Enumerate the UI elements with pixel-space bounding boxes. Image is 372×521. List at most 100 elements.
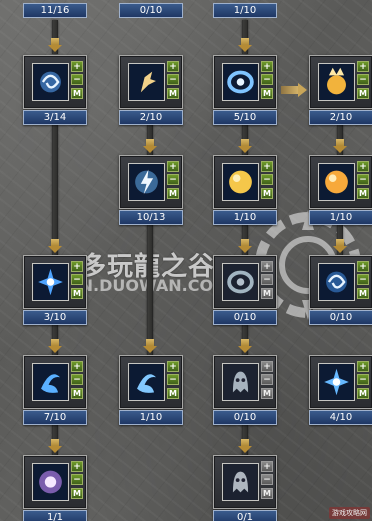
skill-plus-button[interactable]: +	[357, 361, 369, 372]
skill-frame: + − M	[119, 155, 183, 209]
skill-node-r1c3[interactable]: + − M 5/10	[213, 55, 277, 125]
skill-master-button[interactable]: M	[71, 288, 83, 299]
skill-node-r4c2[interactable]: + − M 1/10	[119, 355, 183, 425]
skill-frame: + − M	[213, 455, 277, 509]
skill-minus-button[interactable]: −	[167, 74, 179, 85]
skill-node-r5c1[interactable]: + − M 1/1	[23, 455, 87, 521]
skill-plus-button[interactable]: +	[357, 261, 369, 272]
skill-master-button[interactable]: M	[167, 388, 179, 399]
skill-node-r2c2[interactable]: + − M 10/13	[119, 155, 183, 225]
golden-fist-icon[interactable]	[318, 63, 355, 101]
skill-plus-button[interactable]: +	[261, 61, 273, 72]
skill-node-r1c2[interactable]: + − M 2/10	[119, 55, 183, 125]
skill-frame: + − M	[309, 155, 372, 209]
skill-frame: + − M	[23, 55, 87, 109]
skill-master-button[interactable]: M	[357, 388, 369, 399]
skill-minus-button[interactable]: −	[261, 274, 273, 285]
skill-frame: + − M	[309, 55, 372, 109]
spark-burst-icon[interactable]	[32, 263, 69, 301]
skill-node-r3c4[interactable]: + − M 0/10	[309, 255, 372, 325]
skill-level: 1/1	[23, 510, 87, 521]
skill-plus-button[interactable]: +	[167, 361, 179, 372]
skill-plus-button[interactable]: +	[167, 61, 179, 72]
connector-line	[147, 225, 153, 355]
pale-spirit-icon[interactable]	[222, 463, 259, 501]
skill-minus-button[interactable]: −	[71, 74, 83, 85]
skill-plus-button[interactable]: +	[261, 261, 273, 272]
skill-node-r4c3[interactable]: + − M 0/10	[213, 355, 277, 425]
skill-master-button[interactable]: M	[167, 188, 179, 199]
skill-minus-button[interactable]: −	[357, 374, 369, 385]
star-burst-icon[interactable]	[318, 363, 355, 401]
skill-master-button[interactable]: M	[167, 88, 179, 99]
skill-node-r5c3[interactable]: + − M 0/1	[213, 455, 277, 521]
violet-aura-icon[interactable]	[32, 463, 69, 501]
arrow-down-icon	[48, 38, 62, 52]
skill-master-button[interactable]: M	[357, 88, 369, 99]
skill-master-button[interactable]: M	[357, 188, 369, 199]
skill-minus-button[interactable]: −	[261, 74, 273, 85]
ring-shield-icon[interactable]	[222, 63, 259, 101]
skill-plus-button[interactable]: +	[261, 361, 273, 372]
skill-node-r4c1[interactable]: + − M 7/10	[23, 355, 87, 425]
skill-plus-button[interactable]: +	[357, 61, 369, 72]
skill-plus-button[interactable]: +	[71, 461, 83, 472]
skill-minus-button[interactable]: −	[357, 274, 369, 285]
arrow-down-icon	[238, 239, 252, 253]
lightning-bolt-icon[interactable]	[128, 163, 165, 201]
skill-master-button[interactable]: M	[261, 488, 273, 499]
skill-frame: + − M	[23, 255, 87, 309]
skill-master-button[interactable]: M	[357, 288, 369, 299]
frost-ring-icon[interactable]	[222, 263, 259, 301]
skill-level: 10/13	[119, 210, 183, 225]
blue-vortex-icon[interactable]	[318, 263, 355, 301]
swirl-orb-icon[interactable]	[32, 63, 69, 101]
wind-cyclone-icon[interactable]	[32, 363, 69, 401]
skill-minus-button[interactable]: −	[167, 374, 179, 385]
skill-minus-button[interactable]: −	[357, 174, 369, 185]
watermark-url: ON.DUOWAN.CO	[66, 276, 214, 295]
skill-node-r1c4[interactable]: + − M 2/10	[309, 55, 372, 125]
arrow-down-icon	[238, 339, 252, 353]
fire-orb-icon[interactable]	[318, 163, 355, 201]
skill-master-button[interactable]: M	[71, 388, 83, 399]
skill-plus-button[interactable]: +	[71, 361, 83, 372]
skill-plus-button[interactable]: +	[261, 161, 273, 172]
skill-level: 0/10	[213, 310, 277, 325]
skill-frame: + − M	[309, 355, 372, 409]
skill-node-r1c1[interactable]: + − M 3/14	[23, 55, 87, 125]
skill-plus-button[interactable]: +	[261, 461, 273, 472]
ghost-spirit-icon[interactable]	[222, 363, 259, 401]
skill-master-button[interactable]: M	[71, 488, 83, 499]
skill-minus-button[interactable]: −	[167, 174, 179, 185]
skill-minus-button[interactable]: −	[71, 474, 83, 485]
skill-plus-button[interactable]: +	[71, 61, 83, 72]
arrow-down-icon	[333, 239, 347, 253]
wave-slash-icon[interactable]	[128, 363, 165, 401]
skill-node-r3c3[interactable]: + − M 0/10	[213, 255, 277, 325]
skill-level: 0/10	[309, 310, 372, 325]
skill-master-button[interactable]: M	[261, 388, 273, 399]
skill-minus-button[interactable]: −	[357, 74, 369, 85]
arrow-down-icon	[143, 339, 157, 353]
skill-minus-button[interactable]: −	[71, 374, 83, 385]
skill-master-button[interactable]: M	[261, 88, 273, 99]
skill-node-r4c4[interactable]: + − M 4/10	[309, 355, 372, 425]
skill-master-button[interactable]: M	[71, 88, 83, 99]
golden-orb-icon[interactable]	[222, 163, 259, 201]
skill-node-r2c4[interactable]: + − M 1/10	[309, 155, 372, 225]
skill-master-button[interactable]: M	[261, 288, 273, 299]
arrow-down-icon	[238, 139, 252, 153]
skill-minus-button[interactable]: −	[71, 274, 83, 285]
skill-plus-button[interactable]: +	[357, 161, 369, 172]
skill-minus-button[interactable]: −	[261, 374, 273, 385]
skill-master-button[interactable]: M	[261, 188, 273, 199]
skill-minus-button[interactable]: −	[261, 474, 273, 485]
skill-node-r2c3[interactable]: + − M 1/10	[213, 155, 277, 225]
skill-node-r3c1[interactable]: + − M 3/10	[23, 255, 87, 325]
skill-minus-button[interactable]: −	[261, 174, 273, 185]
arrow-down-icon	[48, 339, 62, 353]
skill-plus-button[interactable]: +	[167, 161, 179, 172]
skill-plus-button[interactable]: +	[71, 261, 83, 272]
kick-strike-icon[interactable]	[128, 63, 165, 101]
